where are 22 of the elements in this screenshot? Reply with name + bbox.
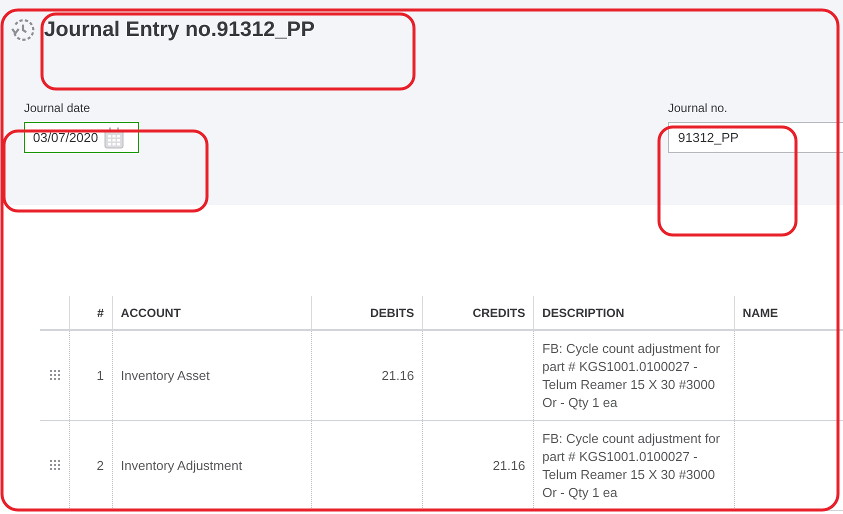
drag-handle-icon[interactable] [50, 370, 60, 380]
page-title: Journal Entry no.91312_PP [44, 18, 315, 42]
column-header: DESCRIPTION [534, 296, 734, 330]
column-header: # [70, 296, 112, 330]
drag-handle-icon[interactable] [50, 460, 60, 470]
column-header: ACCOUNT [112, 296, 312, 330]
row-number: 2 [96, 458, 104, 473]
field-label: Journal no. [668, 101, 728, 115]
table-cell: 21.16 [382, 368, 414, 383]
table-cell: Inventory Adjustment [120, 458, 242, 473]
field-label: Journal date [24, 101, 92, 115]
table-cell: Inventory Asset [120, 368, 210, 383]
table-cell: FB: Cycle count adjustment for part # KGS1001.0100027 - Telum Reamer 15 X 30 #3000 Or - Qty 1 ea [542, 340, 720, 410]
column-header: NAME [734, 296, 843, 330]
journal-number-field[interactable]: 91312_PP [668, 122, 843, 153]
table-cell: 21.16 [492, 458, 526, 473]
column-header: CREDITS [422, 296, 534, 330]
row-number: 1 [96, 368, 104, 383]
history-icon[interactable] [10, 17, 36, 43]
table-cell: FB: Cycle count adjustment for part # KGS1001.0100027 - Telum Reamer 15 X 30 #3000 Or - Qty 1 ea [542, 430, 720, 500]
column-header: DEBITS [312, 296, 423, 330]
date-field[interactable]: 03/07/2020 [24, 122, 139, 153]
